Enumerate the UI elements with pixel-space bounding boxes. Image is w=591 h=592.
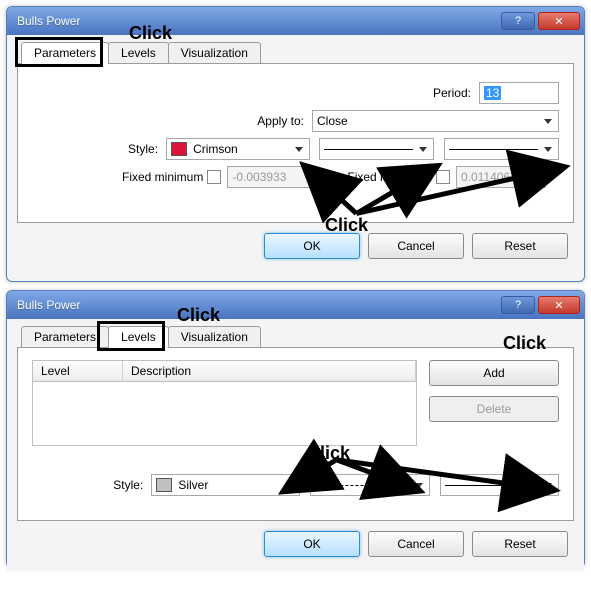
levels-grid-body[interactable] (32, 382, 417, 446)
add-button[interactable]: Add (429, 360, 559, 386)
applyto-value: Close (317, 114, 348, 128)
close-icon: ✕ (554, 15, 563, 28)
period-value: 13 (484, 86, 501, 100)
help-button[interactable]: ? (501, 296, 535, 314)
help-icon: ? (515, 15, 521, 27)
fixed-min-checkbox[interactable] (207, 170, 221, 184)
line-sample-icon (324, 149, 413, 150)
annotation-click-style: Click (325, 215, 368, 236)
ok-button[interactable]: OK (264, 233, 360, 259)
fixed-min-label: Fixed minimum (122, 170, 203, 184)
annotation-click-tab: Click (129, 23, 172, 44)
col-description: Description (123, 361, 416, 381)
annotation-click-add: Click (503, 333, 546, 354)
dialog-buttons: OK Cancel Reset (17, 521, 574, 561)
line-width-icon (445, 485, 538, 486)
fixed-min-input[interactable]: -0.003933 (227, 166, 317, 188)
style-color-name: Crimson (193, 142, 238, 156)
applyto-select[interactable]: Close (312, 110, 559, 132)
annotation-click-tab: Click (177, 305, 220, 326)
titlebar[interactable]: Bulls Power ? ✕ (7, 291, 584, 319)
bulls-power-dialog-levels: Bulls Power ? ✕ Parameters Levels Visual… (6, 290, 585, 568)
style-label: Style: (32, 478, 151, 492)
dialog-buttons: OK Cancel Reset (17, 223, 574, 263)
tab-visualization[interactable]: Visualization (168, 326, 261, 348)
line-width-icon (449, 149, 538, 150)
style-width-select[interactable] (440, 474, 559, 496)
style-line-select[interactable] (319, 138, 434, 160)
style-color-swatch (156, 478, 172, 492)
reset-button[interactable]: Reset (472, 531, 568, 557)
titlebar[interactable]: Bulls Power ? ✕ (7, 7, 584, 35)
style-color-swatch (171, 142, 187, 156)
help-button[interactable]: ? (501, 12, 535, 30)
period-input[interactable]: 13 (479, 82, 559, 104)
line-dash-icon (315, 485, 408, 486)
fixed-max-checkbox[interactable] (436, 170, 450, 184)
style-width-select[interactable] (444, 138, 559, 160)
parameters-panel: Period: 13 Apply to: Close Style: Crimso… (17, 63, 574, 223)
tab-levels[interactable]: Levels (108, 42, 169, 64)
window-title: Bulls Power (17, 14, 501, 28)
fixed-max-input[interactable]: 0.011406 (456, 166, 546, 188)
fixed-max-label: Fixed maximum (347, 170, 432, 184)
help-icon: ? (515, 299, 521, 311)
style-color-select[interactable]: Crimson (166, 138, 310, 160)
style-line-select[interactable] (310, 474, 429, 496)
tab-parameters[interactable]: Parameters (21, 326, 109, 348)
delete-button[interactable]: Delete (429, 396, 559, 422)
tab-visualization[interactable]: Visualization (168, 42, 261, 64)
reset-button[interactable]: Reset (472, 233, 568, 259)
close-button[interactable]: ✕ (538, 296, 580, 314)
style-color-name: Silver (178, 478, 208, 492)
ok-button[interactable]: OK (264, 531, 360, 557)
highlight-levels-tab (97, 321, 165, 351)
window-title: Bulls Power (17, 298, 501, 312)
style-label: Style: (32, 142, 166, 156)
levels-grid-header: Level Description (32, 360, 417, 382)
close-button[interactable]: ✕ (538, 12, 580, 30)
close-icon: ✕ (554, 299, 563, 312)
applyto-label: Apply to: (32, 114, 312, 128)
cancel-button[interactable]: Cancel (368, 531, 464, 557)
highlight-parameters-tab (15, 37, 103, 67)
col-level: Level (33, 361, 123, 381)
tab-strip: Parameters Levels Visualization (21, 41, 574, 63)
cancel-button[interactable]: Cancel (368, 233, 464, 259)
style-color-select[interactable]: Silver (151, 474, 300, 496)
bulls-power-dialog-parameters: Bulls Power ? ✕ Parameters Levels Visual… (6, 6, 585, 282)
annotation-click-style: Click (307, 443, 350, 464)
period-label: Period: (419, 86, 479, 100)
levels-panel: Level Description Add Delete Style: Silv… (17, 347, 574, 521)
